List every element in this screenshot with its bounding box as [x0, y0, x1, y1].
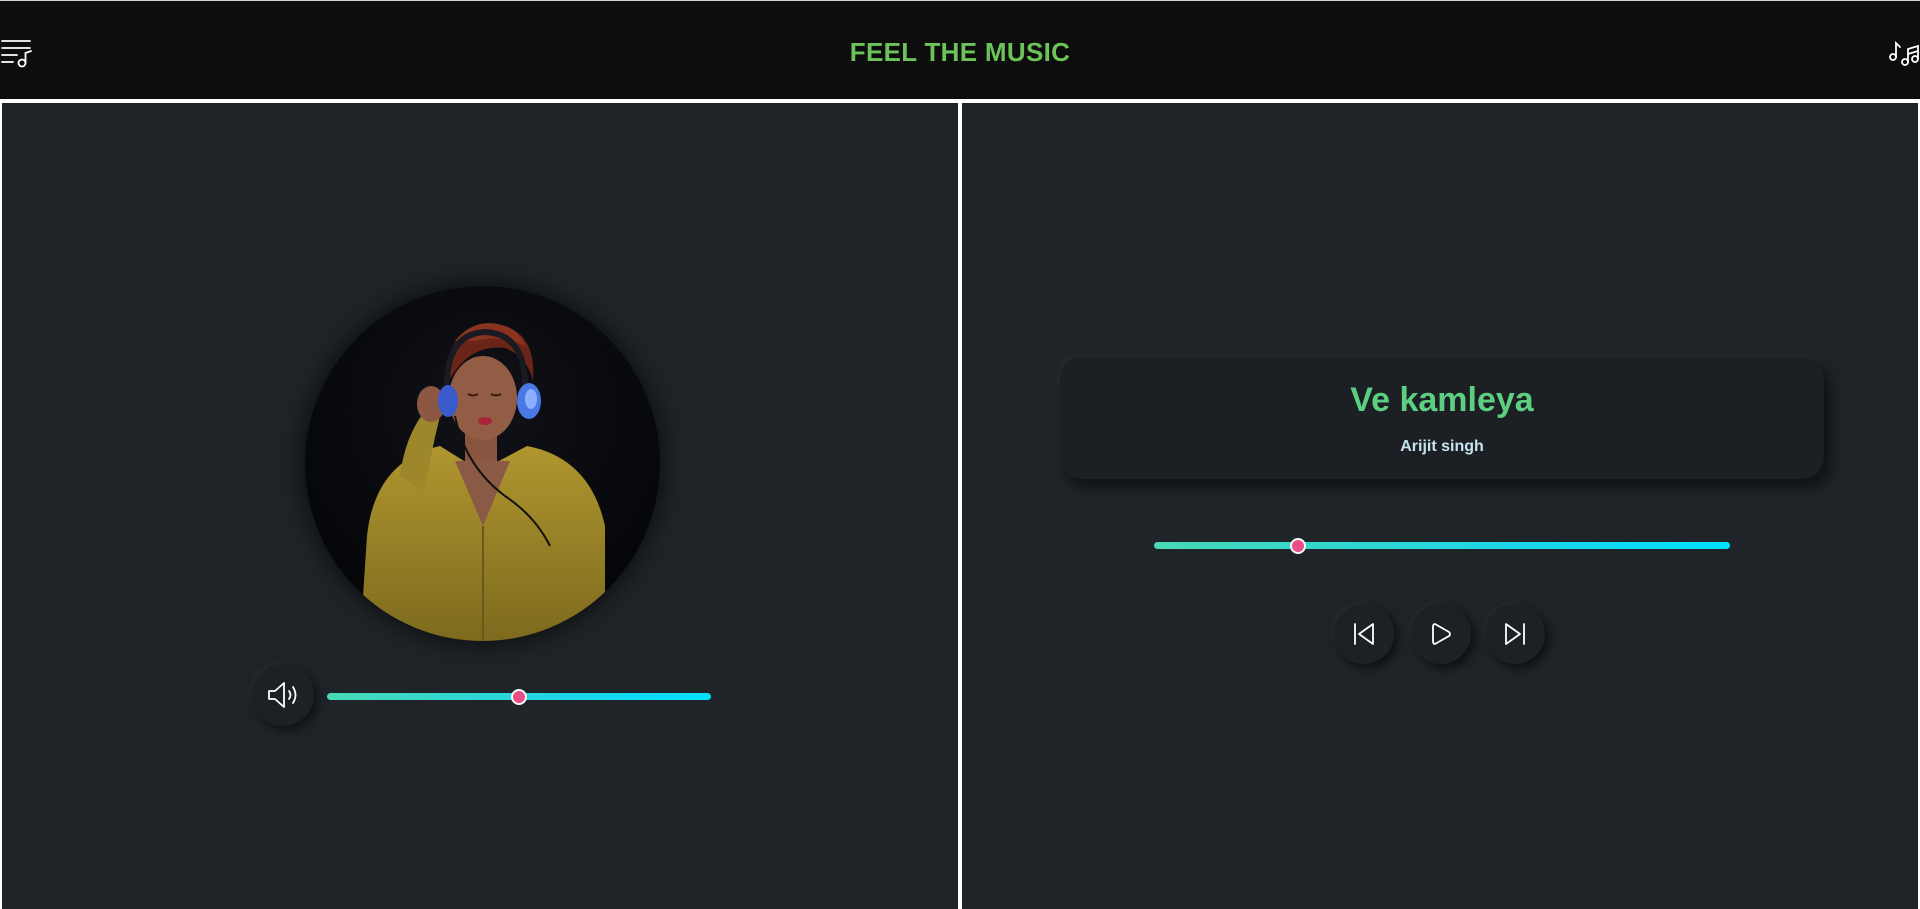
app-title: FEEL THE MUSIC: [849, 37, 1071, 67]
app-header: FEEL THE MUSIC: [0, 0, 1920, 101]
right-panel: Ve kamleya Arijit singh: [960, 101, 1920, 909]
album-art: [305, 286, 660, 641]
next-button[interactable]: [1485, 604, 1545, 664]
skip-next-icon: [1505, 623, 1525, 645]
skip-previous-icon: [1354, 623, 1374, 645]
album-art-image: [305, 286, 660, 641]
music-notes-icon[interactable]: [1888, 35, 1920, 69]
volume-slider[interactable]: [327, 688, 711, 705]
play-icon: [1432, 623, 1451, 645]
song-artist: Arijit singh: [1400, 438, 1484, 455]
song-title: Ve kamleya: [1350, 381, 1534, 419]
progress-slider[interactable]: [1154, 537, 1730, 554]
previous-button[interactable]: [1334, 604, 1394, 664]
volume-button[interactable]: [252, 664, 314, 726]
speaker-icon: [268, 682, 297, 708]
progress-slider-thumb[interactable]: [1290, 537, 1306, 554]
left-panel: [0, 101, 960, 909]
play-button[interactable]: [1411, 604, 1471, 664]
song-info-card: Ve kamleya Arijit singh: [1060, 357, 1824, 479]
volume-slider-thumb[interactable]: [511, 688, 527, 705]
